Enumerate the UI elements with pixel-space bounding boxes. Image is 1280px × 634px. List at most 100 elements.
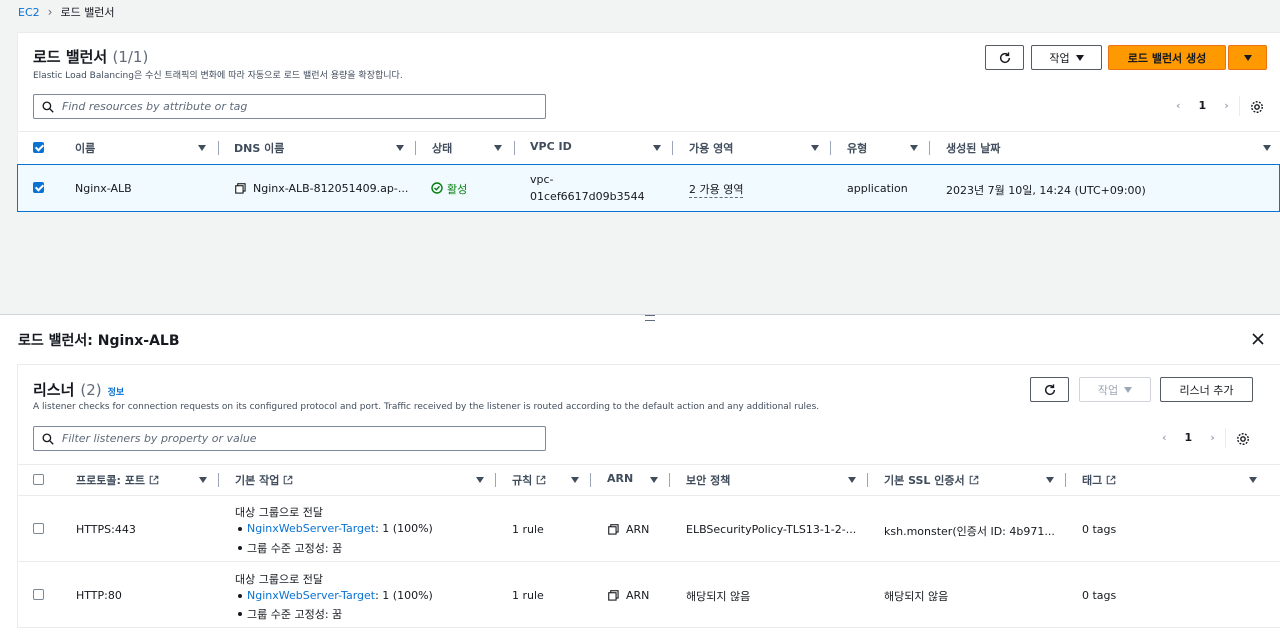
column-header-rules[interactable]: 규칙 bbox=[512, 472, 546, 488]
column-header-created[interactable]: 생성된 날짜 bbox=[946, 140, 1000, 156]
list-description: Elastic Load Balancing은 수신 트래픽의 변화에 따라 자… bbox=[33, 71, 403, 81]
stickiness-text: 그룹 수준 고정성: 꿈 bbox=[247, 542, 343, 555]
column-divider[interactable] bbox=[495, 473, 496, 487]
sort-caret-icon[interactable] bbox=[1263, 145, 1271, 151]
sort-caret-icon[interactable] bbox=[1249, 477, 1257, 483]
lb-name-link[interactable]: Nginx-ALB bbox=[75, 182, 132, 195]
target-group-line: NginxWebServer-Target: 1 (100%) bbox=[238, 589, 433, 602]
column-divider[interactable] bbox=[669, 473, 670, 487]
info-link[interactable]: 정보 bbox=[108, 385, 125, 398]
availability-zones[interactable]: 2 가용 영역 bbox=[689, 181, 744, 198]
sort-caret-icon[interactable] bbox=[476, 477, 484, 483]
listener-protocol-link[interactable]: HTTPS:443 bbox=[76, 523, 136, 536]
column-divider[interactable] bbox=[415, 141, 416, 155]
column-header-dns[interactable]: DNS 이름 bbox=[234, 140, 284, 156]
filter-placeholder: Filter listeners by property or value bbox=[62, 432, 257, 445]
sort-caret-icon[interactable] bbox=[1046, 477, 1054, 483]
chevron-left-icon[interactable]: ‹ bbox=[1162, 431, 1167, 444]
chevron-left-icon[interactable]: ‹ bbox=[1176, 99, 1181, 112]
listener-filter-input[interactable]: Filter listeners by property or value bbox=[33, 426, 546, 451]
column-divider[interactable] bbox=[218, 473, 219, 487]
column-divider[interactable] bbox=[218, 141, 219, 155]
row-checkbox[interactable] bbox=[33, 523, 44, 534]
dns-name: Nginx-ALB-812051409.ap-... bbox=[253, 182, 409, 195]
sort-caret-icon[interactable] bbox=[811, 145, 819, 151]
column-divider[interactable] bbox=[830, 141, 831, 155]
external-link-icon[interactable] bbox=[1106, 475, 1116, 485]
external-link-icon[interactable] bbox=[536, 475, 546, 485]
breadcrumb-ec2-link[interactable]: EC2 bbox=[18, 6, 40, 19]
sort-caret-icon[interactable] bbox=[910, 145, 918, 151]
ssl-cert-link[interactable]: ksh.monster(인증서 ID: 4b971... bbox=[884, 523, 1055, 539]
sort-caret-icon[interactable] bbox=[198, 145, 206, 151]
row-checkbox[interactable] bbox=[33, 182, 44, 193]
column-divider[interactable] bbox=[929, 141, 930, 155]
select-all-checkbox[interactable] bbox=[33, 474, 44, 485]
column-header-tags[interactable]: 태그 bbox=[1082, 472, 1116, 488]
sort-caret-icon[interactable] bbox=[848, 477, 856, 483]
chevron-right-icon[interactable]: › bbox=[1224, 99, 1229, 112]
row-checkbox[interactable] bbox=[33, 589, 44, 600]
column-header-state[interactable]: 상태 bbox=[432, 140, 452, 156]
listeners-actions-button[interactable]: 작업 bbox=[1079, 377, 1151, 402]
resize-handle-icon[interactable] bbox=[645, 315, 655, 321]
target-group-link[interactable]: NginxWebServer-Target bbox=[247, 522, 375, 535]
add-listener-button[interactable]: 리스너 추가 bbox=[1160, 377, 1253, 402]
rules-link[interactable]: 1 rule bbox=[512, 589, 544, 602]
resource-search-input[interactable]: Find resources by attribute or tag bbox=[33, 94, 546, 119]
sort-caret-icon[interactable] bbox=[199, 477, 207, 483]
column-header-type[interactable]: 유형 bbox=[847, 140, 867, 156]
sort-caret-icon[interactable] bbox=[396, 145, 404, 151]
column-header-az[interactable]: 가용 영역 bbox=[689, 140, 733, 156]
detail-title-prefix: 로드 밸런서: bbox=[18, 333, 93, 349]
listener-protocol-link[interactable]: HTTP:80 bbox=[76, 589, 122, 602]
column-header-arn[interactable]: ARN bbox=[607, 472, 633, 485]
sort-caret-icon[interactable] bbox=[494, 145, 502, 151]
create-load-balancer-button[interactable]: 로드 밸런서 생성 bbox=[1108, 45, 1226, 70]
column-header-vpc[interactable]: VPC ID bbox=[530, 140, 572, 153]
caret-down-icon bbox=[1075, 54, 1084, 61]
target-group-link[interactable]: NginxWebServer-Target bbox=[247, 589, 375, 602]
copy-icon[interactable] bbox=[608, 590, 619, 601]
column-divider[interactable] bbox=[590, 473, 591, 487]
external-link-icon[interactable] bbox=[283, 475, 293, 485]
tags-link[interactable]: 0 tags bbox=[1082, 523, 1116, 536]
external-link-icon[interactable] bbox=[969, 475, 979, 485]
status-text: 활성 bbox=[447, 183, 468, 196]
page-number[interactable]: 1 bbox=[1199, 99, 1207, 112]
refresh-button[interactable] bbox=[985, 45, 1024, 70]
column-header-security-policy[interactable]: 보안 정책 bbox=[686, 472, 730, 488]
page-number[interactable]: 1 bbox=[1185, 431, 1193, 444]
column-header-default-action-label: 기본 작업 bbox=[235, 474, 280, 487]
sort-caret-icon[interactable] bbox=[650, 477, 658, 483]
copy-icon[interactable] bbox=[235, 183, 246, 194]
column-header-tags-label: 태그 bbox=[1082, 474, 1103, 487]
column-header-protocol[interactable]: 프로토콜: 포트 bbox=[76, 472, 159, 488]
close-icon[interactable] bbox=[1252, 333, 1264, 345]
column-divider[interactable] bbox=[867, 473, 868, 487]
vpc-id-line1: vpc- bbox=[530, 173, 554, 186]
select-all-checkbox[interactable] bbox=[33, 142, 44, 153]
column-header-ssl-cert[interactable]: 기본 SSL 인증서 bbox=[884, 472, 979, 488]
column-divider[interactable] bbox=[1065, 473, 1066, 487]
sort-caret-icon[interactable] bbox=[571, 477, 579, 483]
default-action-title: 대상 그룹으로 전달 bbox=[235, 573, 323, 586]
column-header-name[interactable]: 이름 bbox=[75, 140, 95, 156]
chevron-right-icon[interactable]: › bbox=[1210, 431, 1215, 444]
copy-icon[interactable] bbox=[608, 524, 619, 535]
settings-gear-icon[interactable] bbox=[1236, 432, 1250, 446]
settings-gear-icon[interactable] bbox=[1250, 100, 1264, 114]
listeners-refresh-button[interactable] bbox=[1030, 377, 1069, 402]
column-header-default-action[interactable]: 기본 작업 bbox=[235, 472, 293, 488]
pagination: ‹ 1 › bbox=[1176, 99, 1229, 112]
create-dropdown-button[interactable] bbox=[1228, 45, 1267, 70]
bullet bbox=[238, 612, 242, 616]
tags-link[interactable]: 0 tags bbox=[1082, 589, 1116, 602]
actions-label: 작업 bbox=[1049, 51, 1070, 65]
column-divider[interactable] bbox=[514, 141, 515, 155]
external-link-icon[interactable] bbox=[149, 475, 159, 485]
sort-caret-icon[interactable] bbox=[653, 145, 661, 151]
rules-link[interactable]: 1 rule bbox=[512, 523, 544, 536]
column-divider[interactable] bbox=[672, 141, 673, 155]
actions-button[interactable]: 작업 bbox=[1031, 45, 1102, 70]
